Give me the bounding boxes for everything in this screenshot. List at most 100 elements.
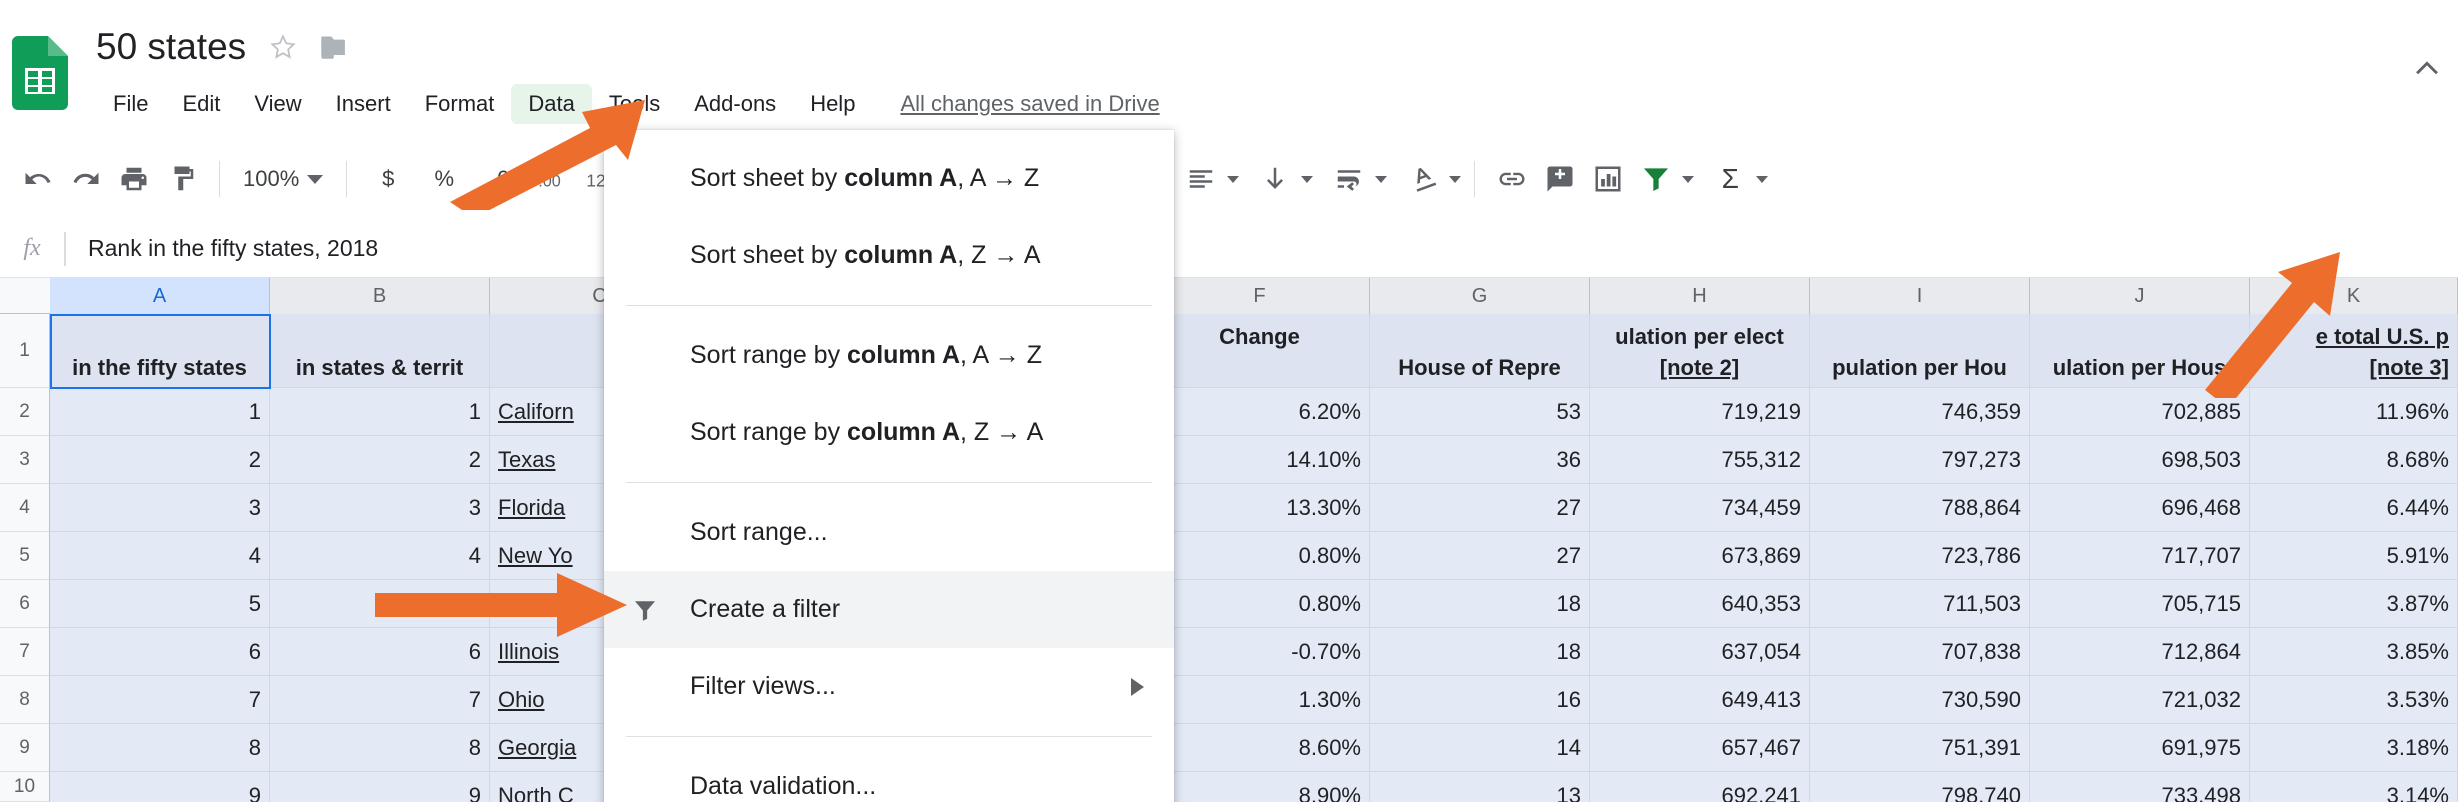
cell-I7[interactable]: 707,838 bbox=[1810, 628, 2030, 676]
menu-item-sort-sheet-az[interactable]: Sort sheet by column A, A → Z bbox=[604, 140, 1174, 217]
column-header-H[interactable]: H bbox=[1590, 278, 1810, 314]
cell-I1[interactable]: pulation per Hou bbox=[1810, 314, 2030, 388]
row-header-2[interactable]: 2 bbox=[0, 388, 50, 436]
cell-A9[interactable]: 8 bbox=[50, 724, 270, 772]
cell-J4[interactable]: 696,468 bbox=[2030, 484, 2250, 532]
cell-A8[interactable]: 7 bbox=[50, 676, 270, 724]
cell-J6[interactable]: 705,715 bbox=[2030, 580, 2250, 628]
menu-item-sort-range-az[interactable]: Sort range by column A, A → Z bbox=[604, 317, 1174, 394]
cell-I5[interactable]: 723,786 bbox=[1810, 532, 2030, 580]
cell-B5[interactable]: 4 bbox=[270, 532, 490, 580]
cell-F1[interactable]: Change bbox=[1150, 314, 1370, 388]
percent-icon[interactable]: % bbox=[416, 155, 472, 203]
cell-F3[interactable]: 14.10% bbox=[1150, 436, 1370, 484]
cell-A2[interactable]: 1 bbox=[50, 388, 270, 436]
menu-view[interactable]: View bbox=[237, 84, 318, 124]
cell-A6[interactable]: 5 bbox=[50, 580, 270, 628]
cell-J10[interactable]: 733,498 bbox=[2030, 772, 2250, 802]
menu-format[interactable]: Format bbox=[408, 84, 512, 124]
cell-B1[interactable]: in states & territ bbox=[270, 314, 490, 388]
valign-chevron-down-icon[interactable] bbox=[1301, 176, 1313, 183]
cell-H10[interactable]: 692,241 bbox=[1590, 772, 1810, 802]
cell-G10[interactable]: 13 bbox=[1370, 772, 1590, 802]
menu-help[interactable]: Help bbox=[793, 84, 872, 124]
vertical-align-icon[interactable] bbox=[1251, 155, 1299, 203]
undo-icon[interactable] bbox=[14, 155, 62, 203]
chevron-up-icon[interactable] bbox=[2410, 52, 2444, 86]
cell-F10[interactable]: 8.90% bbox=[1150, 772, 1370, 802]
cell-F7[interactable]: -0.70% bbox=[1150, 628, 1370, 676]
cell-K1[interactable]: e total U.S. p [note 3] bbox=[2250, 314, 2458, 388]
cell-A4[interactable]: 3 bbox=[50, 484, 270, 532]
cell-A1[interactable]: in the fifty states bbox=[50, 314, 270, 388]
cell-J3[interactable]: 698,503 bbox=[2030, 436, 2250, 484]
save-status-link[interactable]: All changes saved in Drive bbox=[900, 91, 1159, 117]
cell-H7[interactable]: 637,054 bbox=[1590, 628, 1810, 676]
text-wrap-icon[interactable] bbox=[1325, 155, 1373, 203]
currency-icon[interactable]: $ bbox=[360, 155, 416, 203]
paint-format-icon[interactable] bbox=[158, 155, 206, 203]
wrap-chevron-down-icon[interactable] bbox=[1375, 176, 1387, 183]
cell-H9[interactable]: 657,467 bbox=[1590, 724, 1810, 772]
cell-B10[interactable]: 9 bbox=[270, 772, 490, 802]
cell-F2[interactable]: 6.20% bbox=[1150, 388, 1370, 436]
column-header-F[interactable]: F bbox=[1150, 278, 1370, 314]
cell-G6[interactable]: 18 bbox=[1370, 580, 1590, 628]
cell-J5[interactable]: 717,707 bbox=[2030, 532, 2250, 580]
functions-icon[interactable]: Σ bbox=[1706, 155, 1754, 203]
cell-K8[interactable]: 3.53% bbox=[2250, 676, 2458, 724]
cell-F8[interactable]: 1.30% bbox=[1150, 676, 1370, 724]
cell-G9[interactable]: 14 bbox=[1370, 724, 1590, 772]
decrease-decimal-icon[interactable]: .0 bbox=[472, 155, 528, 203]
cell-K4[interactable]: 6.44% bbox=[2250, 484, 2458, 532]
cell-J1[interactable]: ulation per Hous bbox=[2030, 314, 2250, 388]
cell-H1[interactable]: ulation per elect [note 2] bbox=[1590, 314, 1810, 388]
column-header-K[interactable]: K bbox=[2250, 278, 2458, 314]
cell-I10[interactable]: 798,740 bbox=[1810, 772, 2030, 802]
cell-K9[interactable]: 3.18% bbox=[2250, 724, 2458, 772]
column-header-G[interactable]: G bbox=[1370, 278, 1590, 314]
menu-tools[interactable]: Tools bbox=[592, 84, 677, 124]
halign-chevron-down-icon[interactable] bbox=[1227, 176, 1239, 183]
horizontal-align-icon[interactable] bbox=[1177, 155, 1225, 203]
cell-B7[interactable]: 6 bbox=[270, 628, 490, 676]
cell-H5[interactable]: 673,869 bbox=[1590, 532, 1810, 580]
cell-K3[interactable]: 8.68% bbox=[2250, 436, 2458, 484]
cell-G4[interactable]: 27 bbox=[1370, 484, 1590, 532]
formula-input[interactable]: Rank in the fifty states, 2018 bbox=[88, 235, 378, 262]
cell-K5[interactable]: 5.91% bbox=[2250, 532, 2458, 580]
print-icon[interactable] bbox=[110, 155, 158, 203]
row-header-9[interactable]: 9 bbox=[0, 724, 50, 772]
column-header-A[interactable]: A bbox=[50, 278, 270, 314]
cell-B6[interactable]: 5 bbox=[270, 580, 490, 628]
menu-add-ons[interactable]: Add-ons bbox=[677, 84, 793, 124]
cell-K7[interactable]: 3.85% bbox=[2250, 628, 2458, 676]
menu-item-create-a-filter[interactable]: Create a filter bbox=[604, 571, 1174, 648]
cell-K6[interactable]: 3.87% bbox=[2250, 580, 2458, 628]
cell-J7[interactable]: 712,864 bbox=[2030, 628, 2250, 676]
row-header-7[interactable]: 7 bbox=[0, 628, 50, 676]
cell-H3[interactable]: 755,312 bbox=[1590, 436, 1810, 484]
folder-icon[interactable] bbox=[320, 34, 350, 60]
row-header-4[interactable]: 4 bbox=[0, 484, 50, 532]
cell-J8[interactable]: 721,032 bbox=[2030, 676, 2250, 724]
insert-chart-icon[interactable] bbox=[1584, 155, 1632, 203]
menu-item-sort-sheet-za[interactable]: Sort sheet by column A, Z → A bbox=[604, 217, 1174, 294]
cell-I3[interactable]: 797,273 bbox=[1810, 436, 2030, 484]
cell-B2[interactable]: 1 bbox=[270, 388, 490, 436]
menu-file[interactable]: File bbox=[96, 84, 165, 124]
cell-H6[interactable]: 640,353 bbox=[1590, 580, 1810, 628]
menu-item-filter-views[interactable]: Filter views... bbox=[604, 648, 1174, 725]
cell-B8[interactable]: 7 bbox=[270, 676, 490, 724]
cell-F6[interactable]: 0.80% bbox=[1150, 580, 1370, 628]
cell-B3[interactable]: 2 bbox=[270, 436, 490, 484]
cell-G3[interactable]: 36 bbox=[1370, 436, 1590, 484]
cell-I2[interactable]: 746,359 bbox=[1810, 388, 2030, 436]
cell-I9[interactable]: 751,391 bbox=[1810, 724, 2030, 772]
functions-chevron-down-icon[interactable] bbox=[1756, 176, 1768, 183]
cell-G8[interactable]: 16 bbox=[1370, 676, 1590, 724]
cell-H8[interactable]: 649,413 bbox=[1590, 676, 1810, 724]
filter-chevron-down-icon[interactable] bbox=[1682, 176, 1694, 183]
cell-H4[interactable]: 734,459 bbox=[1590, 484, 1810, 532]
menu-data[interactable]: Data bbox=[511, 84, 591, 124]
